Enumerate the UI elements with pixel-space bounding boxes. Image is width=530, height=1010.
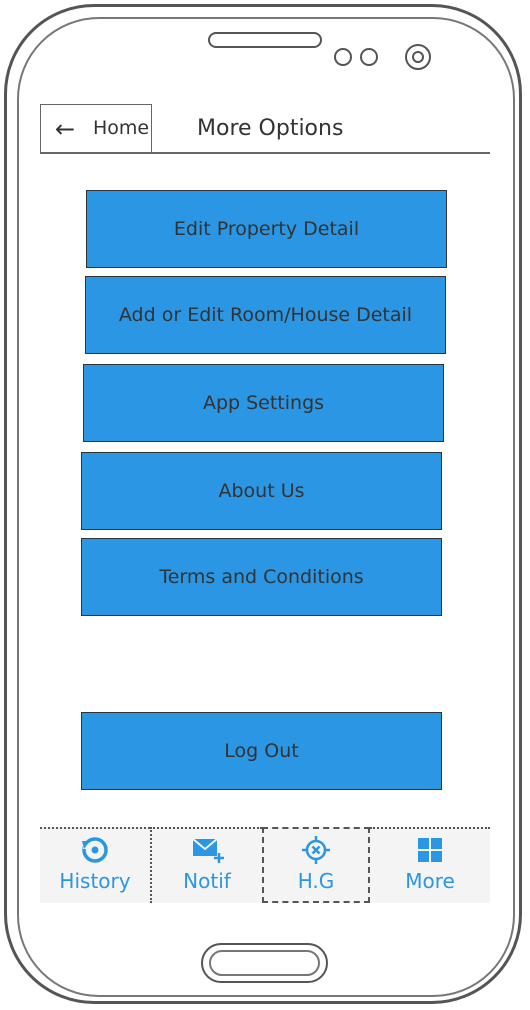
log-out-button[interactable]: Log Out [81,712,442,790]
about-us-label: About Us [218,480,305,502]
app-settings-button[interactable]: App Settings [83,364,444,442]
tab-history-label: History [59,869,131,893]
tab-notif-label: Notif [183,869,231,893]
mail-plus-icon [152,835,262,865]
bottom-tab-bar: History Notif H.G More [40,827,490,903]
tab-hg-label: H.G [297,869,335,893]
terms-and-conditions-label: Terms and Conditions [159,566,364,588]
device-home-button[interactable] [201,943,328,983]
log-out-label: Log Out [224,740,299,762]
tab-notif[interactable]: Notif [150,827,262,903]
tab-hg[interactable]: H.G [262,827,370,903]
about-us-button[interactable]: About Us [81,452,442,530]
tab-more[interactable]: More [370,827,490,903]
camera-icon [405,44,431,70]
add-edit-room-house-button[interactable]: Add or Edit Room/House Detail [85,276,446,354]
app-settings-label: App Settings [202,392,325,414]
sensor-icon [360,48,378,66]
app-header: ← Home More Options [40,104,490,154]
terms-and-conditions-button[interactable]: Terms and Conditions [81,538,442,616]
header-divider [40,152,490,154]
back-home-label: Home [93,117,150,139]
add-edit-room-house-label: Add or Edit Room/House Detail [118,304,413,326]
crosshair-icon [264,835,368,865]
back-home-button[interactable]: ← Home [40,104,152,154]
edit-property-detail-button[interactable]: Edit Property Detail [86,190,447,268]
tab-history[interactable]: History [40,827,150,903]
grid-icon [370,835,490,865]
history-icon [40,835,150,865]
tab-more-label: More [405,869,455,893]
speaker-grille [208,32,322,48]
edit-property-detail-label: Edit Property Detail [173,218,360,240]
sensor-icon [334,48,352,66]
page-title: More Options [197,116,344,141]
arrow-left-icon: ← [55,115,76,143]
